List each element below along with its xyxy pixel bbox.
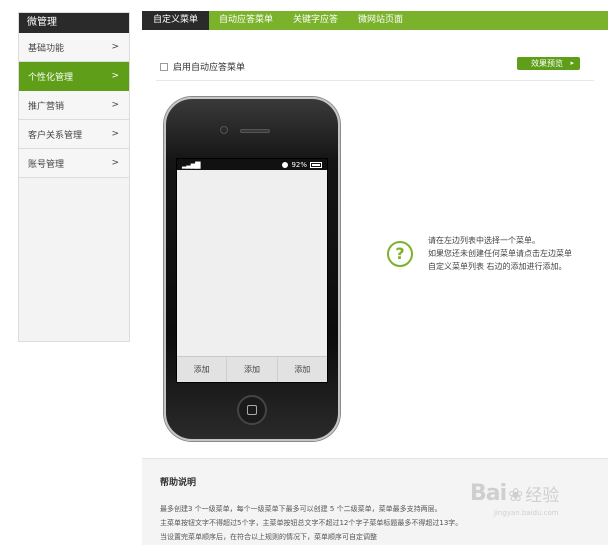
battery-icon xyxy=(310,161,322,168)
arrow-right-icon: ▸ xyxy=(570,59,574,67)
sidebar-item-label: 推广营销 xyxy=(28,101,65,112)
add-menu-button[interactable]: 添加 xyxy=(227,357,278,382)
phone-screen: ▂▃▅▇ 92% 添加 添加 添加 xyxy=(176,158,328,383)
sidebar-item-account[interactable]: 账号管理 > xyxy=(19,149,129,178)
chevron-right-icon: > xyxy=(111,129,119,139)
chevron-right-icon: > xyxy=(111,71,119,81)
sidebar-item-promotion[interactable]: 推广营销 > xyxy=(19,91,129,120)
baidu-jingyan-watermark: Bai ❀ 经验 jingyan.baidu.com xyxy=(470,481,560,517)
watermark-brand-suffix: 经验 xyxy=(525,486,560,506)
phone-menu-bar: 添加 添加 添加 xyxy=(177,356,327,382)
divider xyxy=(156,80,594,81)
battery-group: 92% xyxy=(282,161,322,169)
chevron-right-icon: > xyxy=(111,158,119,168)
tab-microsite-page[interactable]: 微网站页面 xyxy=(348,11,413,30)
effect-preview-label: 效果预览 xyxy=(531,59,563,68)
sidebar-item-label: 基础功能 xyxy=(28,43,65,54)
watermark-url: jingyan.baidu.com xyxy=(494,509,559,517)
phone-camera-icon xyxy=(220,126,228,134)
battery-percentage: 92% xyxy=(291,160,307,169)
help-line: 最多创建3 个一级菜单，每个一级菜单下最多可以创建 5 个二级菜单，菜单最多支持… xyxy=(160,505,442,513)
enable-auto-reply-checkbox[interactable] xyxy=(160,62,168,71)
watermark-brand: Bai xyxy=(470,481,507,506)
phone-status-bar: ▂▃▅▇ 92% xyxy=(177,159,327,170)
sidebar-item-personalization[interactable]: 个性化管理 > xyxy=(19,62,129,91)
help-line: 主菜单按钮文字不得超过5个字，主菜单按钮总文字不超过12个字子菜单标题最多不得超… xyxy=(160,519,463,527)
hint-line: 如果您还未创建任何菜单请点击左边菜单 xyxy=(428,249,572,258)
sidebar-item-basic[interactable]: 基础功能 > xyxy=(19,33,129,62)
sidebar: 微管理 基础功能 > 个性化管理 > 推广营销 > 客户关系管理 > 账号管理 … xyxy=(18,12,130,342)
sidebar-item-label: 账号管理 xyxy=(28,159,65,170)
tab-auto-reply-menu[interactable]: 自动应答菜单 xyxy=(209,11,283,30)
tab-bar: 自定义菜单 自动应答菜单 关键字应答 微网站页面 xyxy=(142,11,608,30)
add-menu-button[interactable]: 添加 xyxy=(278,357,327,382)
phone-preview: ▂▃▅▇ 92% 添加 添加 添加 xyxy=(164,97,340,441)
hint-line: 请在左边列表中选择一个菜单。 xyxy=(428,236,540,245)
effect-preview-button[interactable]: 效果预览 ▸ xyxy=(517,57,580,70)
chevron-right-icon: > xyxy=(111,100,119,110)
help-title: 帮助说明 xyxy=(160,478,197,488)
main-panel: 启用自动应答菜单 效果预览 ▸ ▂▃▅▇ 92% 添加 添加 添加 ? 请在左边… xyxy=(142,30,608,545)
sidebar-item-crm[interactable]: 客户关系管理 > xyxy=(19,120,129,149)
phone-home-button-icon xyxy=(237,395,267,425)
hint-text: 请在左边列表中选择一个菜单。 如果您还未创建任何菜单请点击左边菜单 自定义菜单列… xyxy=(428,234,603,273)
phone-speaker-icon xyxy=(240,129,270,133)
signal-icon: ▂▃▅▇ xyxy=(182,160,201,169)
enable-auto-reply-label: 启用自动应答菜单 xyxy=(173,63,246,73)
add-menu-button[interactable]: 添加 xyxy=(177,357,228,382)
paw-icon: ❀ xyxy=(508,485,524,506)
tab-custom-menu[interactable]: 自定义菜单 xyxy=(142,11,210,30)
sidebar-title: 微管理 xyxy=(19,13,129,33)
tab-keyword-reply[interactable]: 关键字应答 xyxy=(283,11,348,30)
hint-line: 自定义菜单列表 右边的添加进行添加。 xyxy=(428,262,567,271)
chevron-right-icon: > xyxy=(111,42,119,52)
help-line: 当设置完菜单顺序后，在符合以上规则的情况下，菜单顺序可自定调整 xyxy=(160,533,377,541)
sidebar-item-label: 个性化管理 xyxy=(28,72,74,83)
clock-icon xyxy=(282,161,289,168)
question-icon: ? xyxy=(387,241,413,267)
enable-auto-reply-row[interactable]: 启用自动应答菜单 xyxy=(160,60,245,73)
sidebar-item-label: 客户关系管理 xyxy=(28,130,83,141)
